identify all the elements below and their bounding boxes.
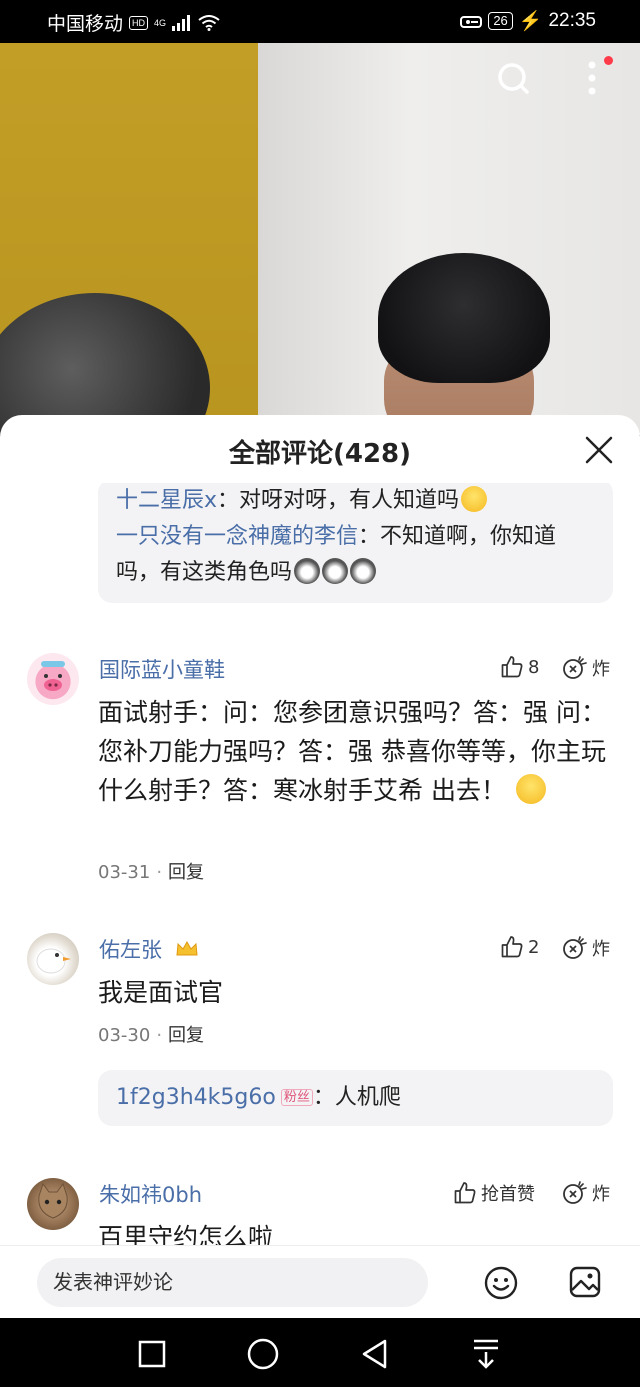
comment-username-text: 佑左张 xyxy=(99,938,162,962)
bomb-button[interactable]: 炸 xyxy=(562,1180,610,1206)
back-icon[interactable] xyxy=(360,1338,390,1370)
reply-username[interactable]: 十二星辰x xyxy=(116,488,217,513)
like-button[interactable]: 8 xyxy=(500,655,539,679)
comment-input-bar: 发表神评妙论 xyxy=(0,1245,640,1318)
duck-avatar-icon xyxy=(36,948,71,974)
sheet-header: 全部评论(428) xyxy=(0,415,640,483)
hd-icon: HD xyxy=(129,15,149,30)
husky-emoji-icon xyxy=(350,558,377,584)
husky-emoji-icon xyxy=(294,558,321,584)
clock: 22:35 xyxy=(548,10,596,31)
fan-badge: 粉丝 xyxy=(280,1089,313,1106)
sheet-title: 全部评论(428) xyxy=(228,439,412,469)
bomb-label: 炸 xyxy=(592,1184,610,1205)
cat-avatar-icon xyxy=(38,1182,68,1219)
more-options-icon[interactable] xyxy=(582,61,602,95)
status-bar: 中国移动 HD 4G 26 ⚡ 22:35 xyxy=(0,0,640,43)
bomb-label: 炸 xyxy=(592,659,610,680)
comments-sheet: 全部评论(428) 十二星辰x：对呀对呀，有人知道吗 一只没有一念神魔的李信：不… xyxy=(0,415,640,1318)
reply-text: ：人机爬 xyxy=(312,1085,401,1110)
thumbs-up-icon xyxy=(501,936,523,958)
comment-item: 佑左张 2 炸 我是面试官 03-30 · 回复 1f2g3h4k5g6o 粉丝… xyxy=(0,923,640,1163)
notification-pull-icon[interactable] xyxy=(472,1338,500,1370)
search-icon[interactable] xyxy=(496,61,530,95)
network-label: 4G xyxy=(154,17,167,28)
bomb-icon xyxy=(563,1181,587,1204)
alarm-key-icon xyxy=(460,16,483,28)
charging-icon: ⚡ xyxy=(518,11,543,32)
comment-item: 朱如祎0bh 抢首赞 炸 百里守约怎么啦 xyxy=(0,1168,640,1245)
bomb-button[interactable]: 炸 xyxy=(562,935,610,961)
like-count: 2 xyxy=(528,936,540,958)
first-like-label: 抢首赞 xyxy=(481,1184,535,1205)
pig-avatar-icon xyxy=(41,661,65,691)
signal-icon xyxy=(172,14,191,31)
close-icon[interactable] xyxy=(584,435,614,465)
reply-username[interactable]: 1f2g3h4k5g6o xyxy=(116,1085,276,1110)
notification-dot xyxy=(604,56,613,65)
bomb-label: 炸 xyxy=(592,939,610,960)
reply-item: 一只没有一念神魔的李信：不知道啊，你知道吗，有这类角色吗 xyxy=(116,519,595,591)
bomb-icon xyxy=(563,936,587,959)
comment-username[interactable]: 国际蓝小童鞋 xyxy=(99,654,225,684)
husky-emoji-icon xyxy=(322,558,349,584)
comment-username[interactable]: 佑左张 xyxy=(99,934,199,964)
like-button[interactable]: 抢首赞 xyxy=(453,1180,535,1206)
comment-date: 03-30 xyxy=(98,1025,151,1046)
reply-username[interactable]: 一只没有一念神魔的李信 xyxy=(116,524,358,549)
system-nav-bar xyxy=(0,1318,640,1387)
comment-username[interactable]: 朱如祎0bh xyxy=(99,1179,202,1209)
battery-icon: 26 xyxy=(488,12,513,30)
comment-input[interactable]: 发表神评妙论 xyxy=(37,1258,428,1307)
reply-item: 十二星辰x：对呀对呀，有人知道吗 xyxy=(116,483,595,519)
comment-text: 面试射手：问：您参团意识强吗？答：强 问：您补刀能力强吗？答：强 恭喜你等等，你… xyxy=(98,693,618,810)
like-button[interactable]: 2 xyxy=(500,935,539,959)
bomb-button[interactable]: 炸 xyxy=(562,655,610,681)
reply-button[interactable]: 回复 xyxy=(168,1025,204,1046)
crown-icon xyxy=(176,940,198,956)
comment-meta: 03-30 · 回复 xyxy=(98,1025,205,1046)
bomb-icon xyxy=(563,656,587,679)
person-hair-right xyxy=(378,253,550,383)
blush-emoji-icon xyxy=(461,486,488,512)
comment-text: 百里守约怎么啦 xyxy=(98,1223,274,1245)
home-icon[interactable] xyxy=(246,1337,280,1371)
thumbs-up-icon xyxy=(454,1182,476,1204)
recents-icon[interactable] xyxy=(138,1340,166,1368)
image-icon[interactable] xyxy=(569,1266,601,1298)
user-avatar[interactable] xyxy=(27,653,79,705)
comment-item: 国际蓝小童鞋 8 炸 面试射手：问：您参团意识强吗？答：强 问：您补刀能力强吗？… xyxy=(0,643,640,903)
video-player[interactable] xyxy=(0,43,640,435)
thumbs-up-icon xyxy=(501,656,523,678)
comment-list[interactable]: 十二星辰x：对呀对呀，有人知道吗 一只没有一念神魔的李信：不知道啊，你知道吗，有… xyxy=(0,483,640,1245)
crying-laugh-emoji-icon xyxy=(515,774,546,804)
emoji-icon[interactable] xyxy=(484,1266,518,1300)
reply-text: ：对呀对呀，有人知道吗 xyxy=(217,488,460,513)
comment-text: 我是面试官 xyxy=(98,978,224,1007)
user-avatar[interactable] xyxy=(27,933,79,985)
reply-button[interactable]: 回复 xyxy=(168,862,204,883)
wifi-icon xyxy=(198,14,220,31)
reply-thread[interactable]: 1f2g3h4k5g6o 粉丝 ：人机爬 xyxy=(98,1070,613,1126)
comment-date: 03-31 xyxy=(98,862,151,883)
user-avatar[interactable] xyxy=(27,1178,79,1230)
carrier-label: 中国移动 xyxy=(47,14,124,35)
like-count: 8 xyxy=(528,656,540,678)
comment-meta: 03-31 · 回复 xyxy=(98,862,205,883)
reply-thread[interactable]: 十二星辰x：对呀对呀，有人知道吗 一只没有一念神魔的李信：不知道啊，你知道吗，有… xyxy=(98,483,613,603)
